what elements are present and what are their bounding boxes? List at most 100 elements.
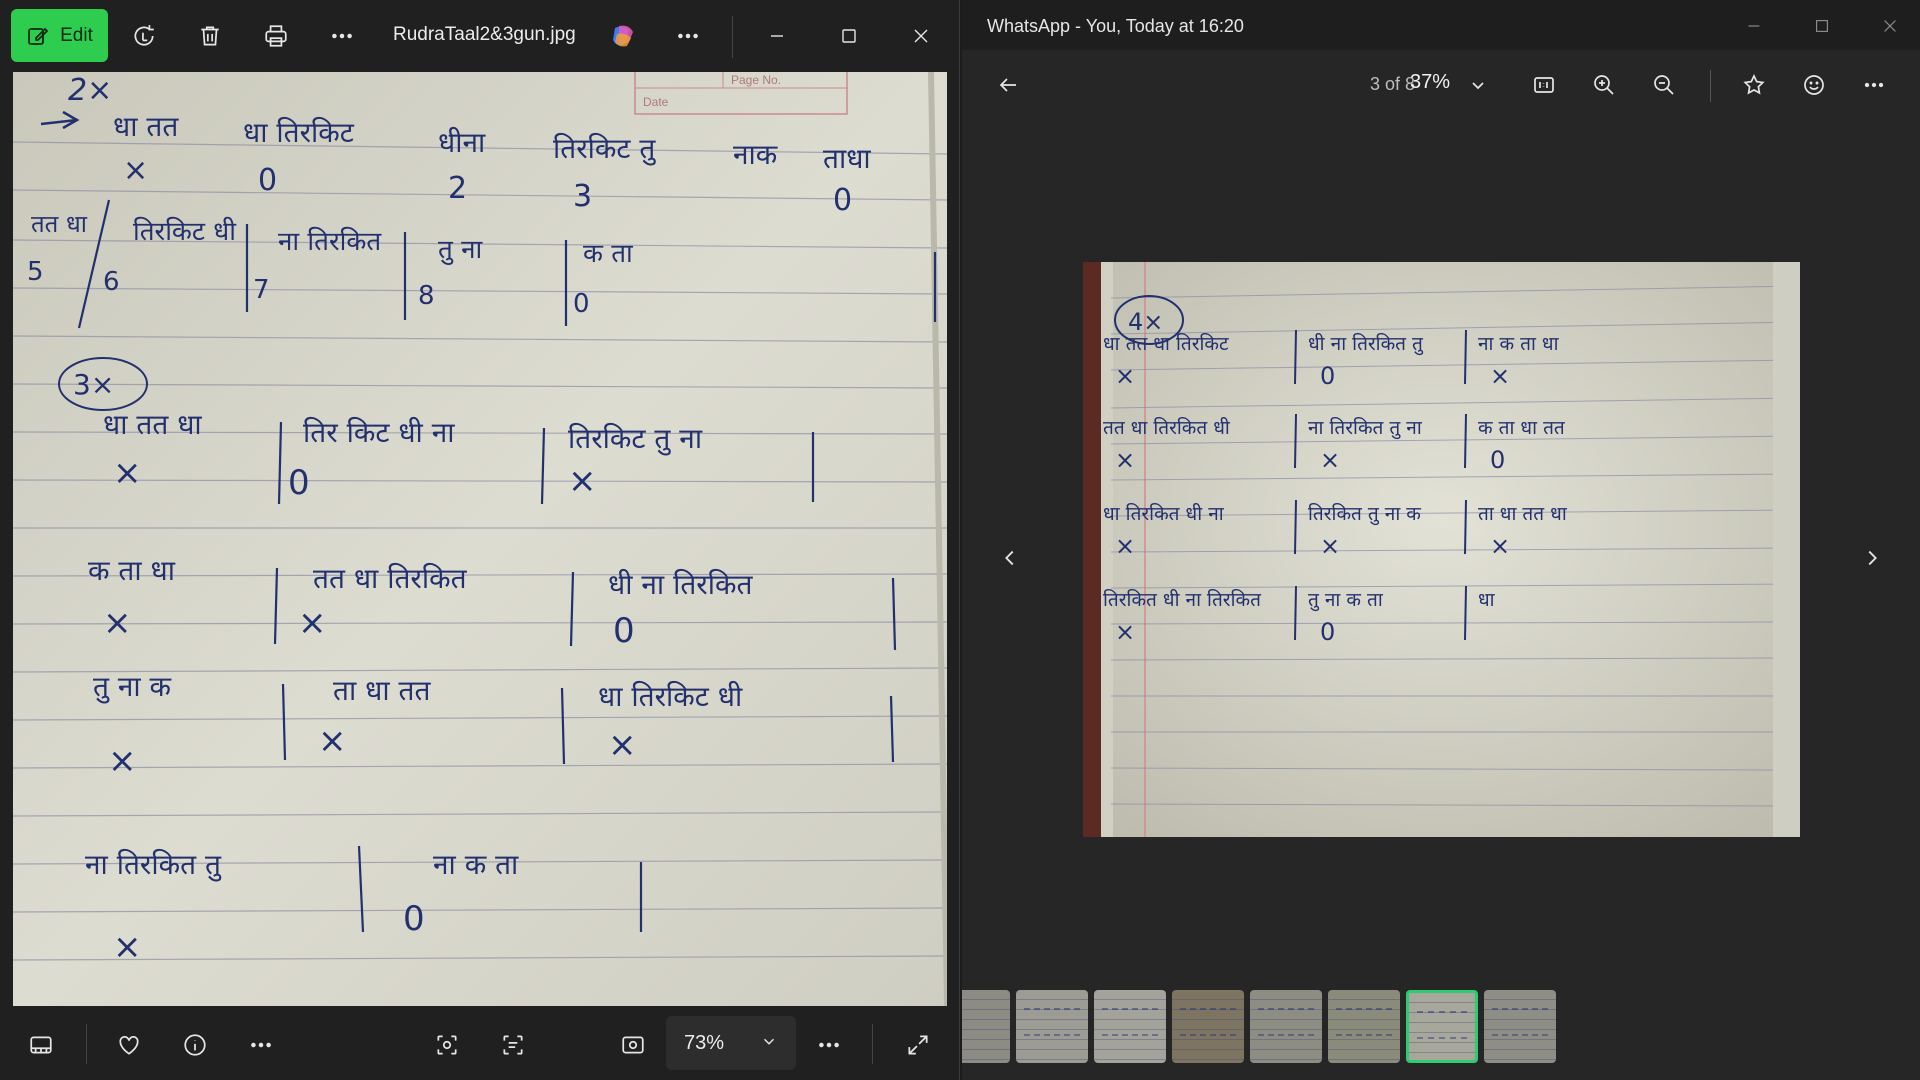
beat-mark: 0 (1320, 618, 1335, 646)
beat-mark: × (1115, 618, 1135, 646)
bol: क ता धा (88, 554, 176, 587)
more-options-icon-4[interactable] (812, 1028, 846, 1062)
bol: धी ना तिरकित (608, 568, 753, 601)
edit-button[interactable]: Edit (11, 9, 108, 62)
close-icon[interactable] (1874, 10, 1906, 42)
thumbnail[interactable] (1172, 990, 1244, 1063)
bol-group: धा तिरकित धी ना (1103, 502, 1225, 525)
bol: तु ना क (93, 670, 172, 704)
bol: तिर किट धी ना (303, 416, 455, 449)
scan-text-icon[interactable] (496, 1028, 530, 1062)
mark-3x: 3× (73, 368, 114, 401)
beat-mark: × (113, 453, 142, 493)
photos-titlebar: Edit RudraTaal2&3gun.jpg (0, 0, 960, 72)
fullscreen-icon[interactable] (901, 1028, 935, 1062)
media-image[interactable]: 4× धा तत धा तिरकिट × धी ना तिरकित तु 0 ना क … (1083, 262, 1800, 837)
thumbnail[interactable] (1094, 990, 1166, 1063)
zoom-dropdown[interactable]: 73% (666, 1016, 796, 1070)
chevron-down-icon (763, 1038, 775, 1045)
toolbar-divider (732, 16, 733, 58)
beat-mark: 0 (288, 463, 310, 503)
bol: धा तत (113, 110, 179, 143)
fit-to-window-icon[interactable] (616, 1028, 650, 1062)
bol: ना क ता (433, 848, 519, 881)
bol-group: ना तिरकित तु ना (1308, 416, 1423, 440)
media-position: 3 of 8 (1370, 74, 1416, 94)
thumbnail[interactable] (962, 990, 1010, 1063)
beat-mark: 0 (573, 289, 590, 319)
beat-mark: × (108, 741, 137, 781)
edit-label: Edit (60, 24, 93, 46)
bol: धा तिरकिट धी (598, 680, 743, 713)
date-label: Date (643, 95, 669, 109)
bol-group: तत धा तिरकित धी (1103, 416, 1231, 439)
zoom-out-icon[interactable] (1647, 68, 1681, 102)
thumbnail[interactable] (1328, 990, 1400, 1063)
zoom-level: 73% (684, 1031, 725, 1054)
toolbar-separator (1710, 70, 1711, 102)
beat-mark: 6 (103, 267, 120, 297)
file-name: RudraTaal2&3gun.jpg (393, 24, 576, 45)
beat-mark: × (113, 927, 142, 967)
next-icon[interactable] (1854, 540, 1890, 576)
photos-bottom-toolbar (0, 1008, 960, 1080)
bol-group: तिरकित तु ना क (1308, 502, 1421, 526)
beat-mark: 0 (403, 899, 425, 939)
bar-line (1294, 499, 1297, 555)
filmstrip-icon[interactable] (24, 1028, 58, 1062)
bol-group: ता धा तत धा (1478, 503, 1568, 525)
thumbnail[interactable] (1016, 990, 1088, 1063)
thumbnail-selected[interactable] (1406, 990, 1478, 1063)
bol: ता धा तत (333, 674, 431, 707)
copilot-icon[interactable] (609, 22, 637, 50)
beat-mark: 5 (27, 257, 44, 287)
bol: तत धा (31, 210, 88, 238)
back-arrow-icon[interactable] (991, 68, 1025, 102)
delete-icon[interactable] (192, 18, 228, 54)
info-icon[interactable] (178, 1028, 212, 1062)
previous-icon[interactable] (992, 540, 1028, 576)
bottom-divider-2 (872, 1024, 873, 1064)
minimize-icon[interactable] (759, 18, 795, 54)
beat-mark: × (298, 603, 327, 643)
bol: धा तत धा (103, 408, 202, 441)
more-options-icon-5[interactable] (1857, 68, 1891, 102)
maximize-icon[interactable] (831, 18, 867, 54)
thumbnail[interactable] (1250, 990, 1322, 1063)
bol-group: तु ना क ता (1308, 589, 1384, 612)
viewer-zoom-level: 37% (1410, 71, 1451, 93)
viewer-zoom-dropdown[interactable]: 37% (1410, 71, 1450, 94)
bol: ना तिरकित तु (85, 848, 222, 882)
bol: धा तिरकिट (243, 116, 355, 149)
notebook-photo: Page No. Date 2× धा तत धा तिरकिट धीना ति… (13, 72, 947, 1006)
rotate-icon[interactable] (126, 18, 162, 54)
star-icon[interactable] (1737, 68, 1771, 102)
notebook-photo-2: 4× धा तत धा तिरकिट × धी ना तिरकित तु 0 ना क … (1083, 262, 1800, 837)
beat-mark: × (318, 721, 347, 761)
chevron-down-icon[interactable] (1461, 68, 1495, 102)
more-options-icon-3[interactable] (244, 1028, 278, 1062)
thumbnail-strip (962, 990, 1556, 1063)
maximize-icon[interactable] (1806, 10, 1838, 42)
close-icon[interactable] (903, 18, 939, 54)
zoom-in-icon[interactable] (1587, 68, 1621, 102)
bol-group: ना क ता धा (1478, 333, 1560, 355)
more-options-icon-2[interactable] (670, 18, 706, 54)
bol: ना तिरकित (278, 226, 382, 257)
bol: तिरकिट धी (133, 216, 237, 247)
minimize-icon[interactable] (1738, 10, 1770, 42)
bar-line (1464, 585, 1467, 641)
favorite-icon[interactable] (112, 1028, 146, 1062)
bol: ताधा (823, 142, 871, 175)
photo-canvas[interactable]: Page No. Date 2× धा तत धा तिरकिट धीना ति… (13, 72, 947, 1006)
bol: नाक (733, 138, 778, 171)
bar-line (1464, 329, 1467, 385)
window-title: WhatsApp - You, Today at 16:20 (987, 16, 1244, 36)
actual-size-icon[interactable] (1527, 68, 1561, 102)
react-emoji-icon[interactable] (1797, 68, 1831, 102)
print-icon[interactable] (258, 18, 294, 54)
visual-search-icon[interactable] (430, 1028, 464, 1062)
more-options-icon[interactable] (324, 18, 360, 54)
thumbnail[interactable] (1484, 990, 1556, 1063)
media-counter: 3 of 8 (1370, 74, 1415, 95)
